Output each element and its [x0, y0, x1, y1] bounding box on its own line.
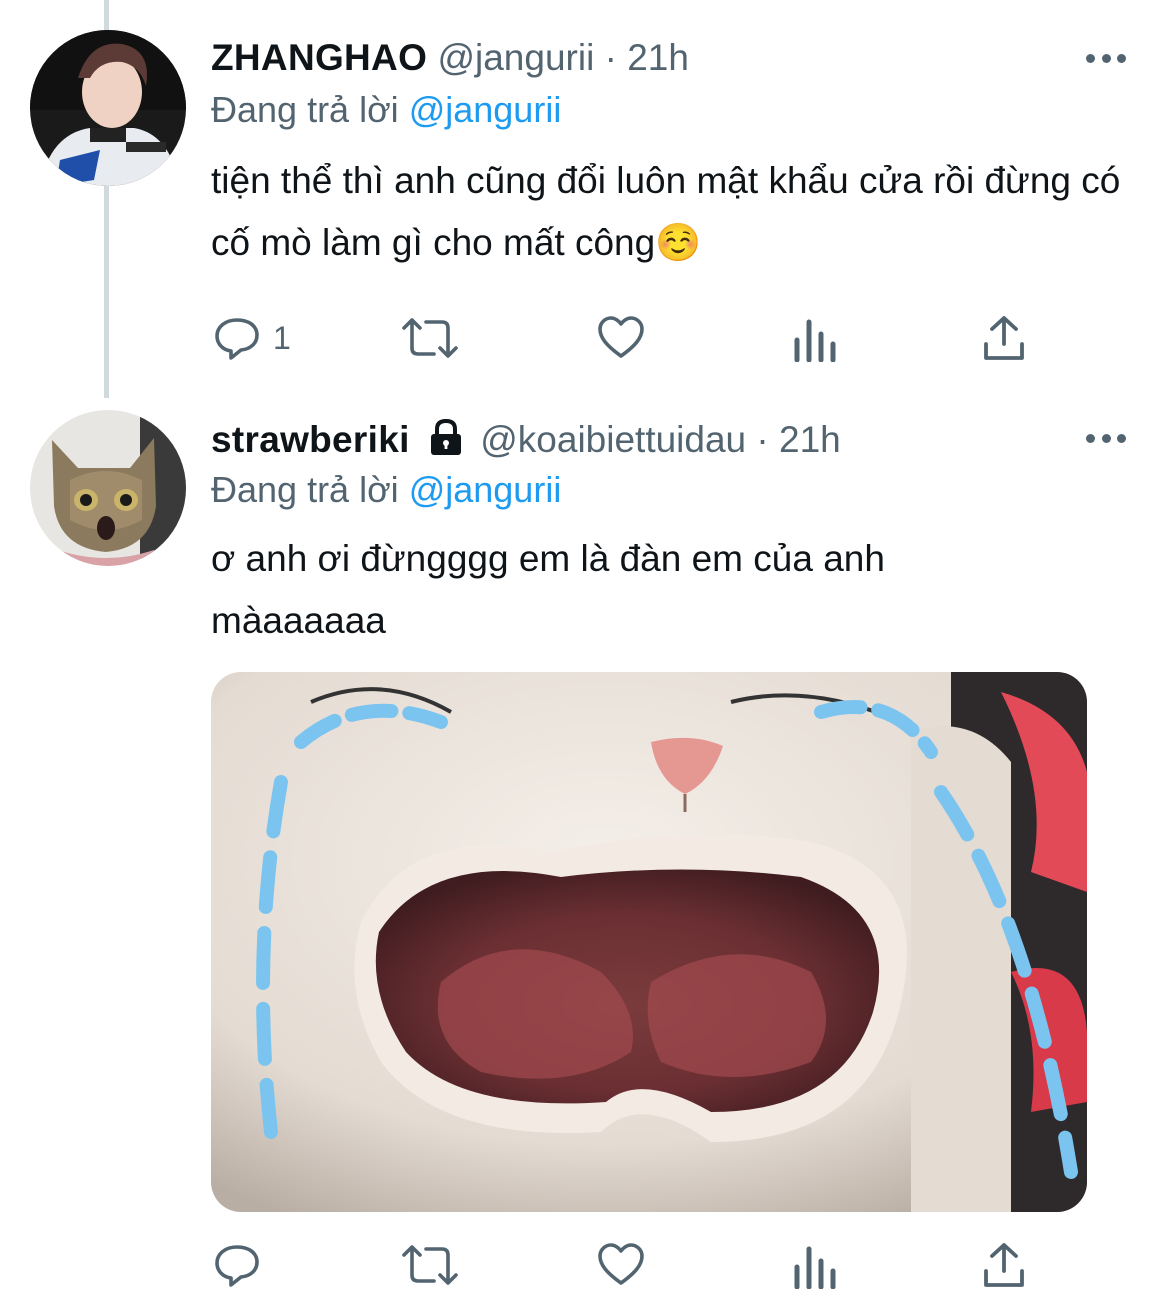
share-button[interactable]: [980, 308, 1028, 368]
reply-button[interactable]: [213, 1235, 261, 1295]
reply-button[interactable]: 1: [213, 308, 291, 368]
analytics-button[interactable]: [789, 308, 837, 368]
reply-icon: [215, 1245, 259, 1287]
tweet-header: strawberiki @koaibiettuidau · 21h: [211, 418, 841, 462]
retweet-icon: [402, 1245, 458, 1285]
tweet-actions: 1: [0, 308, 1170, 368]
retweet-icon: [402, 318, 458, 358]
reply-count: 1: [273, 319, 291, 356]
separator: ·: [604, 37, 617, 78]
replying-prefix: Đang trả lời: [211, 469, 399, 510]
heart-icon: [598, 1243, 644, 1285]
heart-icon: [598, 316, 644, 358]
more-options-icon[interactable]: [1086, 48, 1126, 68]
retweet-button[interactable]: [402, 1235, 458, 1295]
display-name[interactable]: strawberiki: [211, 419, 410, 460]
lock-icon: [430, 418, 461, 455]
user-handle[interactable]: @jangurii: [437, 37, 594, 78]
share-icon: [984, 316, 1024, 360]
separator: ·: [756, 419, 769, 460]
like-button[interactable]: [597, 308, 645, 368]
more-options-icon[interactable]: [1086, 428, 1126, 448]
retweet-button[interactable]: [402, 308, 458, 368]
display-name[interactable]: ZHANGHAO: [211, 37, 427, 78]
analytics-icon: [794, 1246, 836, 1289]
replying-mention-link[interactable]: @jangurii: [409, 89, 562, 130]
tweet-text: ơ anh ơi đừngggg em là đàn em của anh mà…: [211, 538, 885, 641]
reply-icon: [215, 318, 259, 360]
like-button[interactable]: [597, 1235, 645, 1295]
tweet-actions: [0, 1235, 1170, 1295]
user-handle[interactable]: @koaibiettuidau: [480, 419, 746, 460]
timestamp[interactable]: 21h: [779, 419, 841, 460]
replying-mention-link[interactable]: @jangurii: [409, 469, 562, 510]
timestamp[interactable]: 21h: [627, 37, 689, 78]
share-icon: [984, 1243, 1024, 1287]
replying-to: Đang trả lời @jangurii: [211, 468, 561, 512]
analytics-icon: [794, 319, 836, 362]
tweet-media-image[interactable]: [211, 672, 1087, 1212]
replying-to: Đang trả lời @jangurii: [211, 88, 561, 132]
avatar[interactable]: [30, 410, 186, 566]
tweet-header: ZHANGHAO @jangurii · 21h: [211, 36, 689, 80]
tweet-text: tiện thể thì anh cũng đổi luôn mật khẩu …: [211, 160, 1121, 263]
share-button[interactable]: [980, 1235, 1028, 1295]
replying-prefix: Đang trả lời: [211, 89, 399, 130]
analytics-button[interactable]: [789, 1235, 837, 1295]
avatar[interactable]: [30, 30, 186, 186]
